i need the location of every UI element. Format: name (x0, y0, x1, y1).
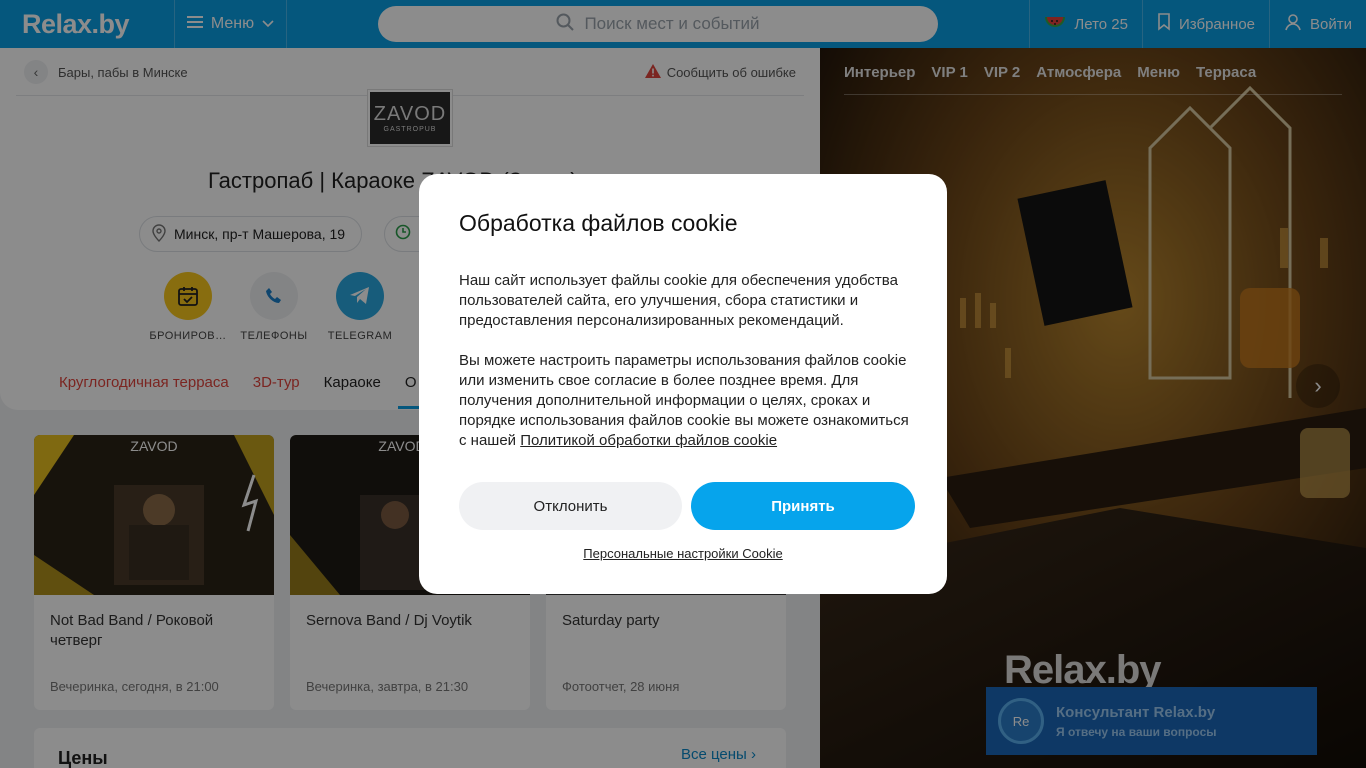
cookie-policy-link[interactable]: Политикой обработки файлов cookie (520, 432, 777, 449)
cookie-text: Наш сайт использует файлы cookie для обе… (459, 271, 919, 471)
cookie-dialog: Обработка файлов cookie Наш сайт использ… (419, 174, 947, 594)
decline-button[interactable]: Отклонить (459, 482, 682, 530)
cookie-title: Обработка файлов cookie (459, 210, 738, 236)
cookie-paragraph: Наш сайт использует файлы cookie для обе… (459, 272, 898, 329)
cookie-settings-link[interactable]: Персональные настройки Cookie (419, 546, 947, 561)
cookie-paragraph: Вы можете настроить параметры использова… (459, 351, 919, 451)
accept-button[interactable]: Принять (691, 482, 915, 530)
